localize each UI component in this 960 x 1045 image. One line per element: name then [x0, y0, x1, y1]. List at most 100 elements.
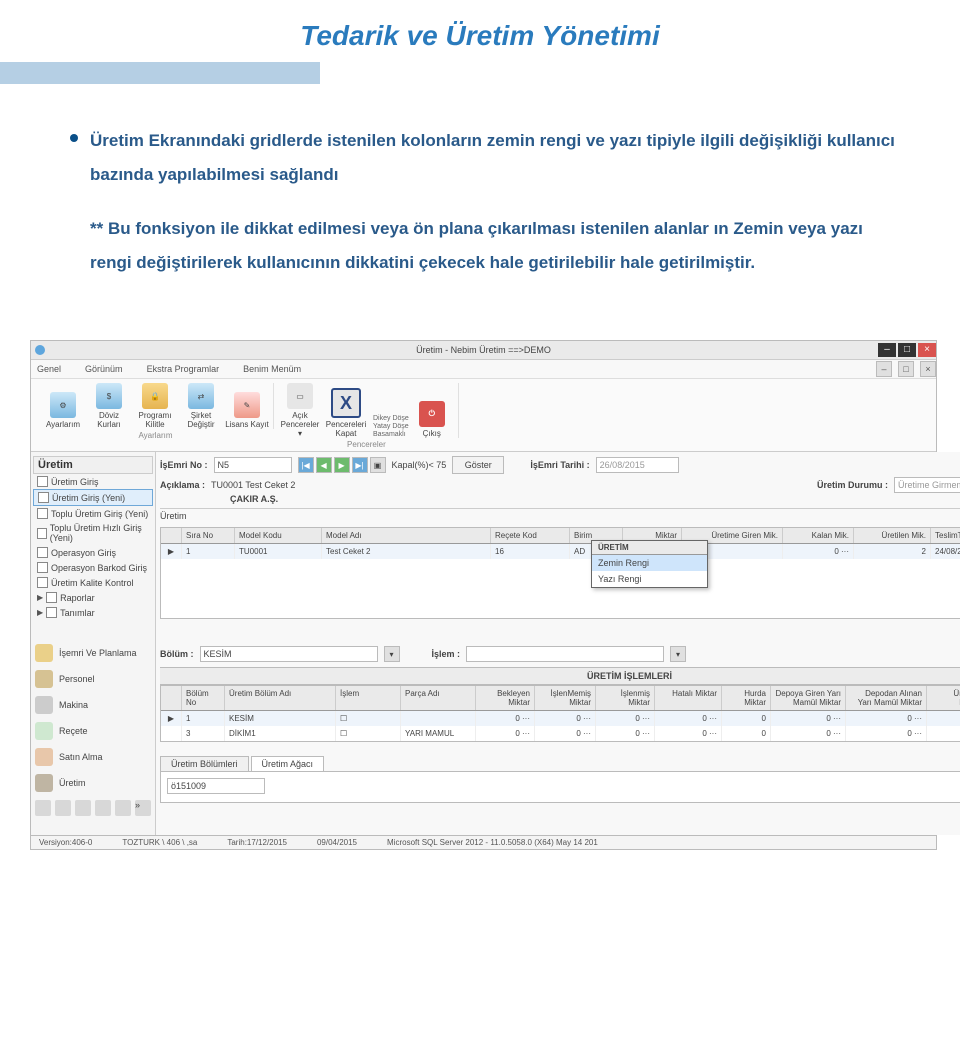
fld-bolum[interactable]: KESİM: [200, 646, 378, 662]
gh[interactable]: Depodan Alınan Yarı Mamül Miktar: [846, 686, 927, 710]
gh[interactable]: İşlem: [336, 686, 401, 710]
rb-ayarlarim[interactable]: ⚙Ayarlarım: [41, 392, 85, 429]
small-icon[interactable]: [35, 800, 51, 816]
gh[interactable]: Hurda Miktar: [722, 686, 771, 710]
gh[interactable]: Bölüm No: [182, 686, 225, 710]
cell: 1: [182, 544, 235, 559]
tab-uretim-agaci[interactable]: Üretim Ağacı: [251, 756, 325, 771]
sb-operasyon-barkod[interactable]: Operasyon Barkod Giriş: [33, 560, 153, 575]
tab-uretim-bolumleri[interactable]: Üretim Bölümleri: [160, 756, 249, 771]
btn-goster[interactable]: Göster: [452, 456, 504, 474]
gh-model-adi[interactable]: Model Adı: [322, 528, 491, 543]
rb-lisans[interactable]: ✎Lisans Kayıt: [225, 392, 269, 429]
cell: 24/08/2015: [931, 544, 960, 559]
gh[interactable]: Üretim Bölüm Adı: [225, 686, 336, 710]
gh-model-kodu[interactable]: Model Kodu: [235, 528, 322, 543]
grid2-row[interactable]: 3 DİKİM1 ☐ YARI MAMUL 0 ··· 0 ··· 0 ··· …: [161, 726, 960, 741]
menu-genel[interactable]: Genel: [37, 364, 61, 374]
menu-ekstra[interactable]: Ekstra Programlar: [147, 364, 220, 374]
gh[interactable]: Üretilen Miktar: [927, 686, 960, 710]
windows-icon: ▭: [287, 383, 313, 409]
mdi-close-icon[interactable]: ×: [920, 361, 936, 377]
gh-uretilen[interactable]: Üretilen Mik.: [854, 528, 931, 543]
company-name: ÇAKIR A.Ş.: [230, 494, 960, 504]
sb-tanimlar[interactable]: ▶Tanımlar: [33, 605, 153, 620]
gh-teslim[interactable]: TeslimTarihi: [931, 528, 960, 543]
gh[interactable]: İşlenmiş Miktar: [596, 686, 655, 710]
nav-prev-icon[interactable]: ◀: [316, 457, 332, 473]
menu-gorunum[interactable]: Görünüm: [85, 364, 123, 374]
ctx-yazi-rengi[interactable]: Yazı Rengi: [592, 571, 707, 587]
mdi-max-icon[interactable]: □: [898, 361, 914, 377]
grid1-row[interactable]: ▶ 1 TU0001 Test Ceket 2 16 AD 0 ··· 2 24…: [161, 544, 960, 559]
fld-isemri-tarihi[interactable]: 26/08/2015: [596, 457, 679, 473]
rb-cikis[interactable]: ⏻Çıkış: [410, 401, 454, 438]
nav-last-icon[interactable]: ▶|: [352, 457, 368, 473]
rb-kapat[interactable]: XPencereleri Kapat: [324, 388, 368, 438]
rb-doviz[interactable]: $Döviz Kurları: [87, 383, 131, 429]
sb-toplu-hizli[interactable]: Toplu Üretim Hızlı Giriş (Yeni): [33, 521, 153, 545]
lbl-isemri-no: İşEmri No :: [160, 460, 208, 470]
small-icon[interactable]: [95, 800, 111, 816]
sb-operasyon-giris[interactable]: Operasyon Giriş: [33, 545, 153, 560]
small-icon[interactable]: [55, 800, 71, 816]
status-version: Versiyon:406-0: [39, 838, 92, 847]
ctx-zemin-rengi[interactable]: Zemin Rengi: [592, 555, 707, 571]
fld-islem[interactable]: [466, 646, 664, 662]
gh[interactable]: Parça Adı: [401, 686, 476, 710]
cell: DİKİM1: [225, 726, 336, 741]
rb-dikey[interactable]: Dikey Döşe: [373, 415, 409, 422]
sbg-uretim[interactable]: Üretim: [33, 770, 153, 796]
box-icon: [37, 528, 47, 539]
rb-sirket[interactable]: ⇄Şirket Değiştir: [179, 383, 223, 429]
tp-id-field[interactable]: ö151009: [167, 778, 265, 794]
grid2-row[interactable]: ▶ 1 KESİM ☐ 0 ··· 0 ··· 0 ··· 0 ··· 0 0 …: [161, 711, 960, 726]
mdi-min-icon[interactable]: –: [876, 361, 892, 377]
sb-uretim-giris-yeni[interactable]: Üretim Giriş (Yeni): [33, 489, 153, 506]
dropdown-icon[interactable]: ▾: [384, 646, 400, 662]
sbg-personel[interactable]: Personel: [33, 666, 153, 692]
sb-raporlar[interactable]: ▶Raporlar: [33, 590, 153, 605]
nav-extra-icon[interactable]: ▣: [370, 457, 386, 473]
sbg-makina[interactable]: Makina: [33, 692, 153, 718]
switch-icon: ⇄: [188, 383, 214, 409]
cell: 0 ···: [476, 726, 535, 741]
gh[interactable]: Depoya Giren Yarı Mamül Miktar: [771, 686, 846, 710]
cell-checkbox[interactable]: ☐: [336, 726, 401, 741]
rb-acik-pencereler[interactable]: ▭Açık Pencereler ▾: [278, 383, 322, 438]
sb-toplu-uretim[interactable]: Toplu Üretim Giriş (Yeni): [33, 506, 153, 521]
nav-first-icon[interactable]: |◀: [298, 457, 314, 473]
val-aciklama: TU0001 Test Ceket 2: [211, 480, 295, 490]
rb-basamakli[interactable]: Basamaklı: [373, 431, 409, 438]
sb-uretim-giris[interactable]: Üretim Giriş: [33, 474, 153, 489]
sb-kalite-kontrol[interactable]: Üretim Kalite Kontrol: [33, 575, 153, 590]
menu-benim[interactable]: Benim Menüm: [243, 364, 301, 374]
sbg-recete[interactable]: Reçete: [33, 718, 153, 744]
cell: 0: [722, 711, 771, 726]
gh-kalan[interactable]: Kalan Mik.: [783, 528, 854, 543]
rb-yatay[interactable]: Yatay Döşe: [373, 423, 409, 430]
overflow-icon[interactable]: »: [135, 800, 151, 816]
sbg-satinalma[interactable]: Satın Alma: [33, 744, 153, 770]
fld-uretim-durumu[interactable]: Üretime Girmemiş: [894, 477, 960, 493]
rb-kilitle[interactable]: 🔒Programı Kilitle: [133, 383, 177, 429]
tab-uretim[interactable]: Üretim: [160, 508, 960, 521]
small-icon[interactable]: [115, 800, 131, 816]
fld-isemri-no[interactable]: N5: [214, 457, 292, 473]
sbg-isemri[interactable]: İşemri Ve Planlama: [33, 640, 153, 666]
gh[interactable]: Bekleyen Miktar: [476, 686, 535, 710]
cell: KESİM: [225, 711, 336, 726]
small-icon[interactable]: [75, 800, 91, 816]
cell-checkbox[interactable]: ☐: [336, 711, 401, 726]
dropdown-icon[interactable]: ▾: [670, 646, 686, 662]
gh-recete[interactable]: Reçete Kod: [491, 528, 570, 543]
power-icon: ⏻: [419, 401, 445, 427]
gh[interactable]: Hatalı Miktar: [655, 686, 722, 710]
close-icon: X: [331, 388, 361, 418]
gh[interactable]: İşlenMemiş Miktar: [535, 686, 596, 710]
lbl-isemri-tarihi: İşEmri Tarihi :: [530, 460, 589, 470]
gh-sira[interactable]: Sıra No: [182, 528, 235, 543]
bullet-text: Üretim Ekranındaki gridlerde istenilen k…: [90, 131, 895, 184]
people-icon: [35, 670, 53, 688]
nav-next-icon[interactable]: ▶: [334, 457, 350, 473]
